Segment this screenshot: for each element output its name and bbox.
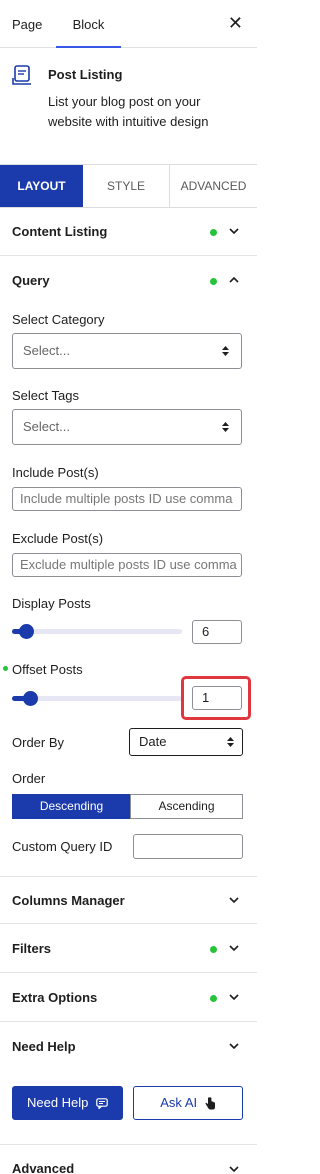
hand-pointer-icon bbox=[205, 1097, 215, 1110]
order-by-label: Order By bbox=[12, 735, 65, 750]
custom-query-id-input[interactable] bbox=[133, 834, 243, 859]
sidebar-header: Page Block ✕ bbox=[0, 0, 257, 48]
exclude-posts-label: Exclude Post(s) bbox=[12, 531, 104, 546]
include-posts-label: Include Post(s) bbox=[12, 465, 99, 480]
status-dot bbox=[210, 278, 217, 285]
close-icon[interactable]: ✕ bbox=[228, 13, 243, 33]
section-advanced[interactable]: Advanced bbox=[0, 1144, 257, 1174]
mode-tabs: LAYOUT STYLE ADVANCED bbox=[0, 164, 257, 208]
select-category-dropdown[interactable]: Select... bbox=[12, 333, 242, 369]
display-posts-number[interactable]: 6 bbox=[192, 620, 242, 644]
select-tags-dropdown[interactable]: Select... bbox=[12, 409, 242, 445]
section-extra-options[interactable]: Extra Options bbox=[0, 974, 257, 1022]
tab-page[interactable]: Page bbox=[12, 0, 42, 48]
block-description: List your blog post on your website with… bbox=[48, 94, 209, 129]
offset-posts-slider[interactable] bbox=[12, 691, 182, 706]
highlight-box bbox=[181, 676, 251, 720]
order-by-value: Date bbox=[139, 734, 167, 749]
exclude-posts-input[interactable]: Exclude multiple posts ID use comma bbox=[12, 553, 242, 577]
order-by-select[interactable]: Date bbox=[129, 728, 243, 756]
section-title: Columns Manager bbox=[12, 893, 125, 908]
chevron-down-icon bbox=[229, 228, 239, 235]
section-title: Content Listing bbox=[12, 224, 108, 239]
section-title: Filters bbox=[12, 941, 52, 956]
tab-layout[interactable]: LAYOUT bbox=[0, 165, 83, 207]
ask-ai-label: Ask AI bbox=[160, 1095, 198, 1110]
status-dot bbox=[210, 946, 217, 953]
section-filters[interactable]: Filters bbox=[0, 925, 257, 973]
chevron-up-icon bbox=[229, 276, 239, 283]
order-descending-button[interactable]: Descending bbox=[12, 794, 131, 819]
status-dot bbox=[3, 666, 8, 671]
chevron-down-icon bbox=[229, 994, 239, 1001]
chevron-down-icon bbox=[229, 1166, 239, 1173]
select-tags-label: Select Tags bbox=[12, 388, 79, 403]
block-title: Post Listing bbox=[48, 67, 123, 82]
offset-posts-label: Offset Posts bbox=[12, 662, 83, 677]
display-posts-label: Display Posts bbox=[12, 596, 91, 611]
order-ascending-button[interactable]: Ascending bbox=[130, 794, 243, 819]
select-arrows-icon bbox=[227, 737, 234, 747]
section-need-help[interactable]: Need Help bbox=[0, 1023, 257, 1071]
tab-advanced[interactable]: ADVANCED bbox=[170, 165, 257, 207]
chevron-down-icon bbox=[229, 897, 239, 904]
slider-handle[interactable] bbox=[19, 624, 34, 639]
select-tags-value: Select... bbox=[23, 419, 70, 434]
status-dot bbox=[210, 995, 217, 1002]
chevron-down-icon bbox=[229, 1043, 239, 1050]
status-dot bbox=[210, 229, 217, 236]
block-card: Post Listing List your blog post on your… bbox=[0, 48, 257, 165]
section-title: Advanced bbox=[12, 1161, 75, 1174]
section-query[interactable]: Query bbox=[0, 257, 257, 305]
chat-icon bbox=[96, 1098, 108, 1110]
tab-style[interactable]: STYLE bbox=[83, 165, 170, 207]
select-category-value: Select... bbox=[23, 343, 70, 358]
custom-query-id-label: Custom Query ID bbox=[12, 839, 113, 854]
section-title: Need Help bbox=[12, 1039, 76, 1054]
select-arrows-icon bbox=[222, 422, 229, 432]
slider-handle[interactable] bbox=[23, 691, 38, 706]
need-help-label: Need Help bbox=[26, 1095, 89, 1110]
ask-ai-button[interactable]: Ask AI bbox=[133, 1086, 243, 1120]
section-title: Query bbox=[12, 273, 50, 288]
section-title: Extra Options bbox=[12, 990, 98, 1005]
chevron-down-icon bbox=[229, 945, 239, 952]
select-arrows-icon bbox=[222, 346, 229, 356]
order-label: Order bbox=[12, 771, 46, 786]
display-posts-slider[interactable] bbox=[12, 624, 182, 639]
tab-block[interactable]: Block bbox=[56, 0, 121, 48]
post-listing-icon bbox=[12, 65, 31, 85]
section-content-listing[interactable]: Content Listing bbox=[0, 208, 257, 256]
need-help-button[interactable]: Need Help bbox=[12, 1086, 123, 1120]
select-category-label: Select Category bbox=[12, 312, 105, 327]
include-posts-input[interactable]: Include multiple posts ID use comma bbox=[12, 487, 242, 511]
section-columns-manager[interactable]: Columns Manager bbox=[0, 876, 257, 924]
